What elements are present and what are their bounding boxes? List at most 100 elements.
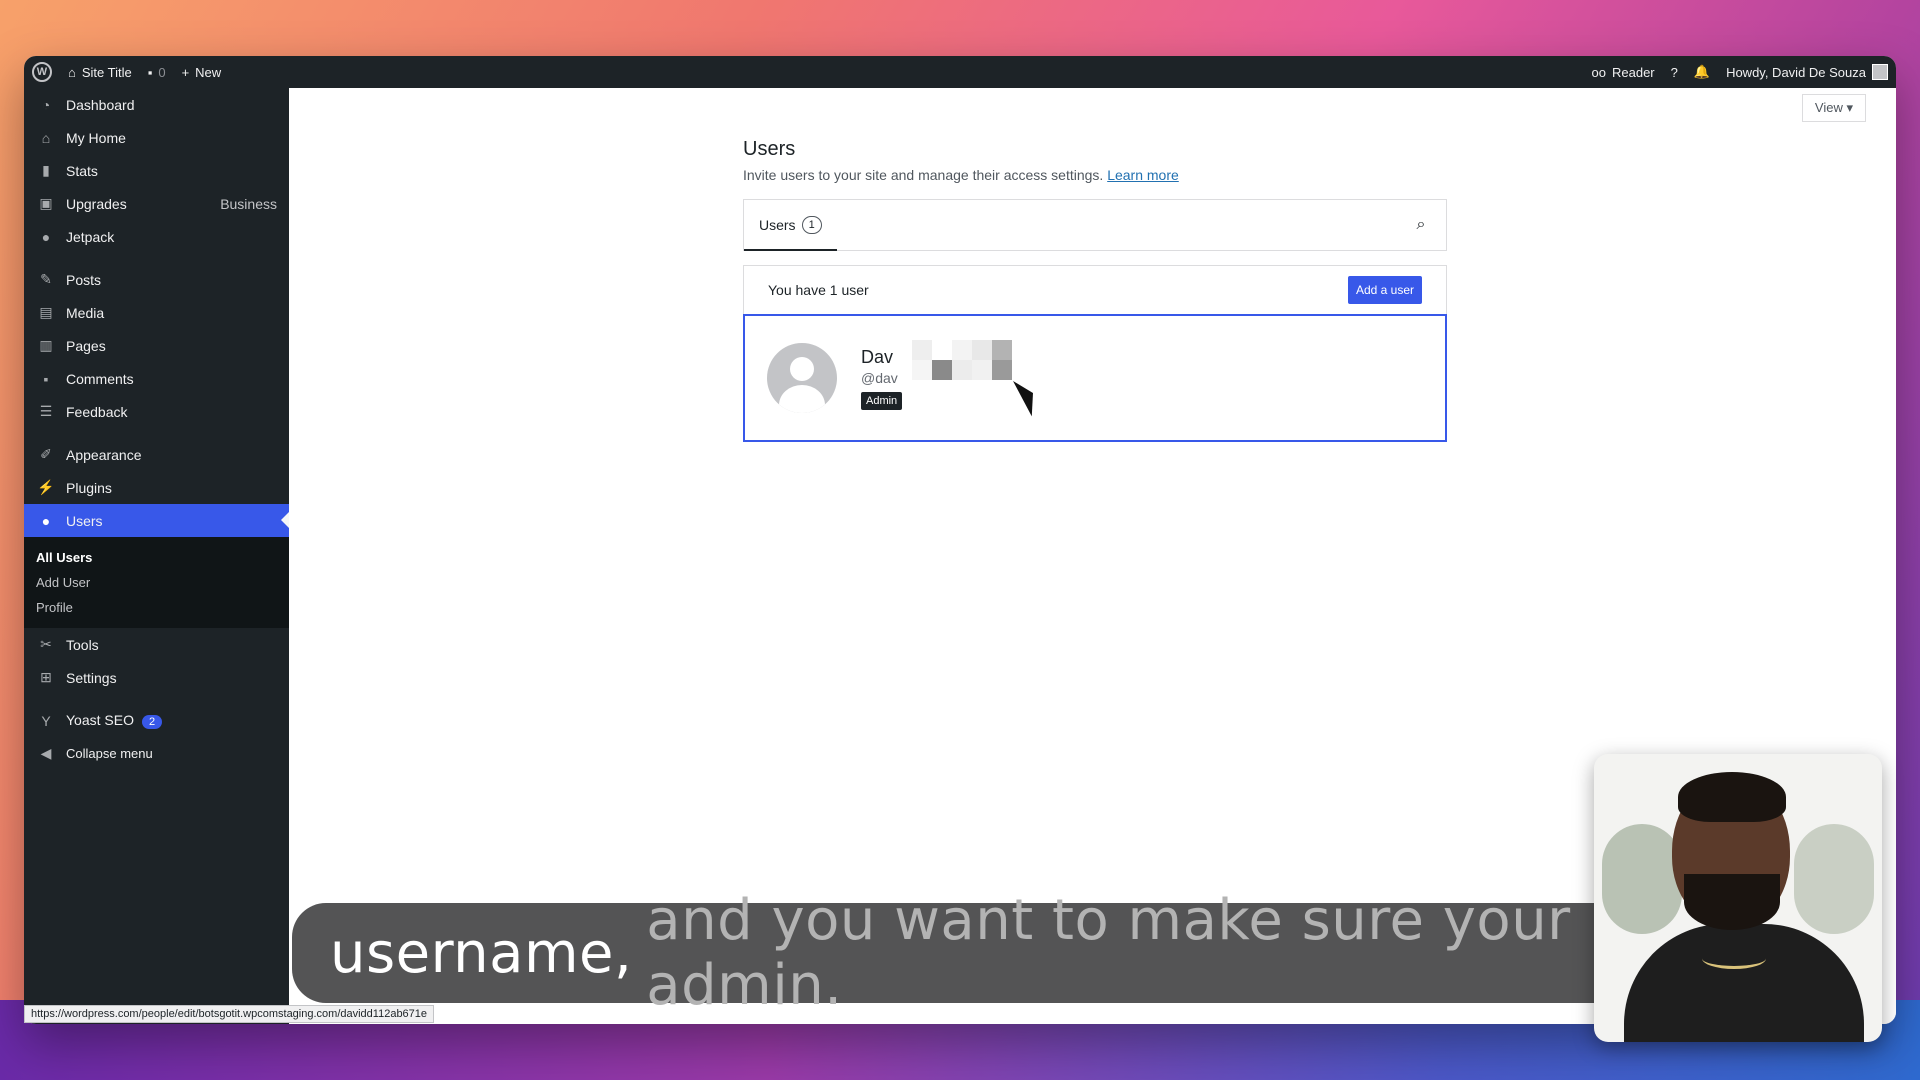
webcam-overlay [1594,754,1882,1042]
users-tabs: Users 1 ⌕ [743,199,1447,251]
submenu-all-users[interactable]: All Users [24,545,289,570]
sidebar-item-label: Jetpack [66,228,115,245]
chevron-down-icon: ▾ [1846,100,1853,115]
site-title-link[interactable]: ⌂ Site Title [60,56,140,88]
home-icon: ⌂ [68,64,76,80]
admin-sidebar: ◔ Dashboard ⌂ My Home ▮ Stats ▣ Upgrades… [24,88,289,1024]
settings-icon: ⊞ [40,669,52,685]
webcam-body [1624,924,1864,1042]
user-icon: ● [41,512,51,529]
webcam-beard [1684,874,1780,930]
brush-icon: ✐ [40,446,52,462]
submenu-add-user[interactable]: Add User [24,570,289,595]
user-count-text: You have 1 user [768,282,869,298]
reader-label: Reader [1612,64,1655,80]
sidebar-item-comments[interactable]: ▪ Comments [24,362,289,395]
wordpress-logo-button[interactable]: W [24,56,60,88]
comments-link[interactable]: ▪ 0 [140,56,174,88]
sidebar-item-users[interactable]: ● Users [24,504,289,537]
caption-active-word: username, [330,920,633,986]
page-title: Users [743,138,796,160]
user-handle: @dav [861,369,898,386]
new-label: New [195,64,222,80]
page-description: Invite users to your site and manage the… [743,167,1447,183]
sidebar-item-label: Appearance [66,446,142,463]
sidebar-item-settings[interactable]: ⊞ Settings [24,661,289,694]
sidebar-item-dashboard[interactable]: ◔ Dashboard [24,88,289,121]
collapse-icon: ◀ [40,745,52,761]
sidebar-item-posts[interactable]: ✎ Posts [24,263,289,296]
search-icon: ⌕ [1416,216,1426,233]
sidebar-item-feedback[interactable]: ☰ Feedback [24,395,289,428]
notifications-button[interactable]: 🔔 [1686,56,1718,88]
bell-icon: 🔔 [1693,64,1711,79]
sidebar-item-label: Users [66,512,103,529]
jetpack-icon: ● [41,228,51,245]
new-content-link[interactable]: + New [174,56,230,88]
admin-bar: W ⌂ Site Title ▪ 0 + New oo Reader ? 🔔 H… [24,56,1896,88]
yoast-icon: Y [41,712,51,729]
comment-icon: ▪ [147,64,153,80]
view-dropdown[interactable]: View ▾ [1801,94,1866,122]
reader-link[interactable]: oo Reader [1584,56,1663,88]
sidebar-item-appearance[interactable]: ✐ Appearance [24,438,289,471]
plus-icon: + [181,64,190,80]
user-list-item[interactable]: Dav @dav Admin [743,314,1447,442]
menu-separator [24,253,289,263]
sidebar-item-label: Posts [66,271,102,288]
sidebar-item-tools[interactable]: ✂ Tools [24,628,289,661]
sidebar-item-stats[interactable]: ▮ Stats [24,154,289,187]
webcam-necklace [1702,948,1766,969]
sidebar-item-pages[interactable]: ▥ Pages [24,329,289,362]
sidebar-item-my-home[interactable]: ⌂ My Home [24,121,289,154]
sidebar-item-label: Tools [66,636,99,653]
sidebar-item-label: Upgrades [66,195,127,212]
role-badge: Admin [861,391,903,410]
sidebar-item-label: Collapse menu [66,746,153,761]
user-name: Dav [861,346,894,367]
caption-remaining-text: and you want to make sure your admin. [646,888,1571,1018]
sidebar-item-plugins[interactable]: ⚡ Plugins [24,471,289,504]
learn-more-link[interactable]: Learn more [1107,167,1179,183]
pin-icon: ✎ [40,271,52,287]
tab-label: Users [759,216,796,233]
user-avatar [767,343,837,413]
video-caption: username, and you want to make sure your… [292,888,1628,1018]
account-menu[interactable]: Howdy, David De Souza [1718,56,1896,88]
wordpress-icon: W [32,62,52,82]
plan-label: Business [220,195,277,212]
dashboard-icon: ◔ [41,96,51,113]
sidebar-item-jetpack[interactable]: ● Jetpack [24,220,289,253]
add-user-button[interactable]: Add a user [1347,276,1422,304]
feedback-icon: ☰ [39,403,53,419]
search-button[interactable]: ⌕ [1396,200,1446,250]
tabs-spacer [837,200,1396,250]
sidebar-item-label: Comments [66,370,134,387]
site-title-label: Site Title [81,64,132,80]
view-label: View [1814,100,1843,115]
sidebar-item-label: Plugins [66,479,112,496]
user-info: Dav @dav Admin [861,346,903,410]
sidebar-item-media[interactable]: ▤ Media [24,296,289,329]
plug-icon: ⚡ [37,479,55,495]
menu-separator [24,694,289,704]
stats-icon: ▮ [42,162,50,178]
wrench-icon: ✂ [40,636,52,652]
users-submenu: All Users Add User Profile [24,537,289,628]
submenu-profile[interactable]: Profile [24,595,289,620]
tab-users[interactable]: Users 1 [744,200,837,251]
sidebar-item-label: Media [66,304,105,321]
sidebar-item-yoast-seo[interactable]: Y Yoast SEO 2 [24,704,289,737]
home-icon: ⌂ [41,129,51,146]
avatar [1872,64,1888,80]
help-button[interactable]: ? [1663,56,1686,88]
users-panel: Users Invite users to your site and mana… [743,138,1447,442]
sidebar-item-collapse-menu[interactable]: ◀ Collapse menu [24,737,289,770]
users-summary-header: You have 1 user Add a user [743,265,1447,314]
sidebar-item-upgrades[interactable]: ▣ Upgrades Business [24,187,289,220]
howdy-label: Howdy, David De Souza [1726,64,1866,80]
webcam-chair-right [1794,824,1874,934]
webcam-chair-left [1602,824,1682,934]
sidebar-item-label: Yoast SEO 2 [66,712,277,729]
sidebar-item-label: My Home [66,129,126,146]
